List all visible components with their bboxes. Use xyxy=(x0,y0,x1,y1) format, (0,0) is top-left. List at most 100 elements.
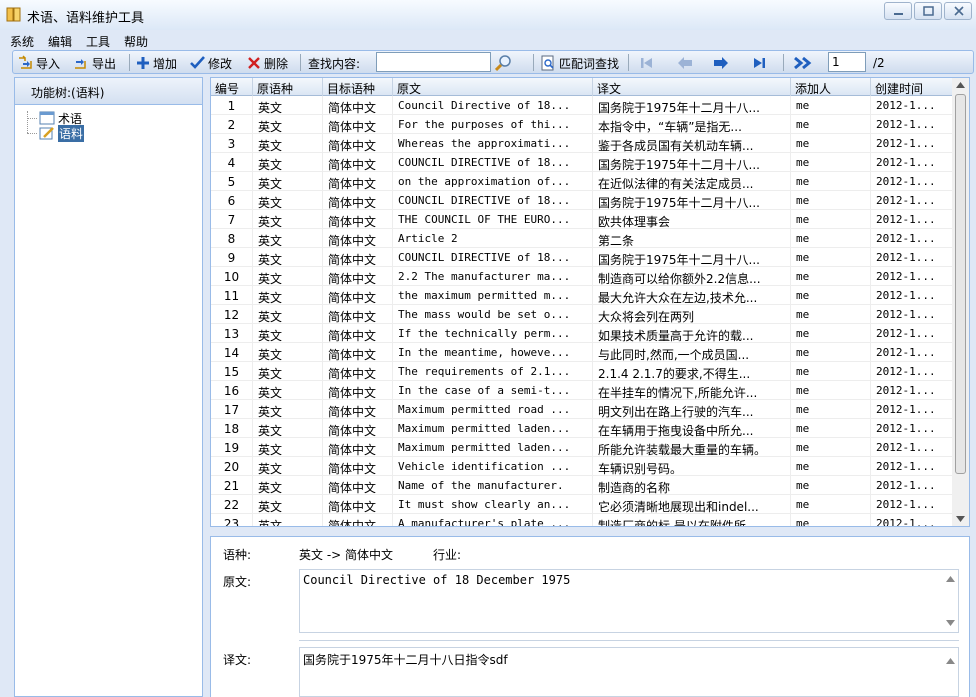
edit-button[interactable]: 修改 xyxy=(190,53,232,73)
cell-source-lang: 英文 xyxy=(253,476,323,495)
double-chevron-icon xyxy=(794,56,812,70)
column-header-source-lang[interactable]: 原语种 xyxy=(253,78,323,96)
cell-added-by: me xyxy=(791,191,871,210)
cell-source-text: Whereas the approximati... xyxy=(393,134,593,153)
translation-scroll-up-icon[interactable] xyxy=(946,658,955,664)
cell-source-text: In the case of a semi-t... xyxy=(393,381,593,400)
add-button[interactable]: 增加 xyxy=(136,53,177,73)
source-text-box[interactable]: Council Directive of 18 December 1975 xyxy=(299,569,959,633)
table-row[interactable]: 23 英文 简体中文 A manufacturer's plate ... 制造厂商的标… xyxy=(211,514,953,526)
table-row[interactable]: 14 英文 简体中文 In the meantime, howeve... 与此同时,然… xyxy=(211,343,953,362)
cell-source-text: COUNCIL DIRECTIVE of 18... xyxy=(393,191,593,210)
menu-edit[interactable]: 编辑 xyxy=(48,33,72,50)
cell-target-lang: 简体中文 xyxy=(323,362,393,381)
table-row[interactable]: 9 英文 简体中文 COUNCIL DIRECTIVE of 18... 国务院于197… xyxy=(211,248,953,267)
table-row[interactable]: 10 英文 简体中文 2.2 The manufacturer ma... 制造商可以给… xyxy=(211,267,953,286)
column-header-id[interactable]: 编号 xyxy=(211,78,253,96)
column-header-added-by[interactable]: 添加人 xyxy=(791,78,871,96)
column-header-created-time[interactable]: 创建时间 xyxy=(871,78,953,96)
cell-added-by: me xyxy=(791,362,871,381)
arrow-right-icon xyxy=(714,57,728,69)
column-header-source-text[interactable]: 原文 xyxy=(393,78,593,96)
delete-label: 删除 xyxy=(264,56,289,71)
table-row[interactable]: 1 英文 简体中文 Council Directive of 18... 国务院于197… xyxy=(211,96,953,115)
table-row[interactable]: 2 英文 简体中文 For the purposes of thi... 本指令中，“车… xyxy=(211,115,953,134)
cell-source-lang: 英文 xyxy=(253,438,323,457)
column-header-translation[interactable]: 译文 xyxy=(593,78,791,96)
table-row[interactable]: 18 英文 简体中文 Maximum permitted laden... 在车辆用于拖… xyxy=(211,419,953,438)
tree-node-corpus[interactable]: 语料 xyxy=(39,124,85,142)
grid-vertical-scrollbar[interactable] xyxy=(952,78,969,526)
table-row[interactable]: 3 英文 简体中文 Whereas the approximati... 鉴于各成员国有… xyxy=(211,134,953,153)
cell-id: 12 xyxy=(211,305,253,324)
cell-created-time: 2012-1... xyxy=(871,210,953,229)
search-input[interactable] xyxy=(376,52,491,72)
cell-source-text: Maximum permitted road ... xyxy=(393,400,593,419)
table-row[interactable]: 6 英文 简体中文 COUNCIL DIRECTIVE of 18... 国务院于197… xyxy=(211,191,953,210)
cell-source-lang: 英文 xyxy=(253,210,323,229)
source-scroll-down-icon[interactable] xyxy=(946,620,955,626)
splitter[interactable] xyxy=(210,527,970,537)
cell-source-text: the maximum permitted m... xyxy=(393,286,593,305)
grid-scroll-thumb[interactable] xyxy=(955,94,966,474)
table-row[interactable]: 15 英文 简体中文 The requirements of 2.1... 2.1.4 … xyxy=(211,362,953,381)
cell-source-lang: 英文 xyxy=(253,305,323,324)
close-button[interactable] xyxy=(944,2,972,20)
table-row[interactable]: 16 英文 简体中文 In the case of a semi-t... 在半挂车的情… xyxy=(211,381,953,400)
last-page-icon xyxy=(754,58,765,68)
table-row[interactable]: 22 英文 简体中文 It must show clearly an... 它必须清晰地… xyxy=(211,495,953,514)
prev-page-button[interactable] xyxy=(677,53,696,73)
cell-source-lang: 英文 xyxy=(253,457,323,476)
cell-source-lang: 英文 xyxy=(253,191,323,210)
table-row[interactable]: 8 英文 简体中文 Article 2 第二条 me 2012-1... xyxy=(211,229,953,248)
cell-target-lang: 简体中文 xyxy=(323,96,393,115)
table-row[interactable]: 17 英文 简体中文 Maximum permitted road ... 明文列出在路… xyxy=(211,400,953,419)
cell-target-lang: 简体中文 xyxy=(323,343,393,362)
jump-page-button[interactable] xyxy=(793,53,816,73)
app-book-icon xyxy=(6,7,21,22)
column-header-target-lang[interactable]: 目标语种 xyxy=(323,78,393,96)
cell-added-by: me xyxy=(791,134,871,153)
translation-text-box[interactable]: 国务院于1975年十二月十八日指令sdf xyxy=(299,647,959,697)
table-row[interactable]: 5 英文 简体中文 on the approximation of... 在近似法律的有… xyxy=(211,172,953,191)
cell-created-time: 2012-1... xyxy=(871,457,953,476)
industry-label: 行业: xyxy=(433,548,462,562)
cell-created-time: 2012-1... xyxy=(871,248,953,267)
plus-icon xyxy=(137,57,149,69)
search-button[interactable] xyxy=(495,53,516,73)
table-row[interactable]: 20 英文 简体中文 Vehicle identification ... 车辆识别号码… xyxy=(211,457,953,476)
table-row[interactable]: 19 英文 简体中文 Maximum permitted laden... 所能允许装载… xyxy=(211,438,953,457)
delete-button[interactable]: 删除 xyxy=(247,53,288,73)
document-search-icon xyxy=(541,55,554,70)
export-button[interactable]: 导出 xyxy=(73,53,116,73)
cell-created-time: 2012-1... xyxy=(871,419,953,438)
next-page-button[interactable] xyxy=(713,53,732,73)
page-number-input[interactable] xyxy=(828,52,866,72)
import-button[interactable]: 导入 xyxy=(17,53,60,73)
cell-target-lang: 简体中文 xyxy=(323,172,393,191)
minimize-button[interactable] xyxy=(884,2,912,20)
table-row[interactable]: 13 英文 简体中文 If the technically perm... 如果技术质量… xyxy=(211,324,953,343)
source-scroll-up-icon[interactable] xyxy=(946,576,955,582)
table-row[interactable]: 7 英文 简体中文 THE COUNCIL OF THE EURO... 欧共体理事会 m… xyxy=(211,210,953,229)
cell-id: 10 xyxy=(211,267,253,286)
cell-source-text: COUNCIL DIRECTIVE of 18... xyxy=(393,153,593,172)
scroll-down-arrow-icon[interactable] xyxy=(956,516,965,522)
menu-help[interactable]: 帮助 xyxy=(124,33,148,50)
maximize-button[interactable] xyxy=(914,2,942,20)
cell-target-lang: 简体中文 xyxy=(323,381,393,400)
table-row[interactable]: 11 英文 简体中文 the maximum permitted m... 最大允许大众… xyxy=(211,286,953,305)
checkmark-icon xyxy=(190,56,205,69)
cell-translation: 制造厂商的标,是以在附件所... xyxy=(593,514,791,526)
match-search-button[interactable]: 匹配词查找 xyxy=(541,53,619,73)
arrow-left-icon xyxy=(678,57,692,69)
table-row[interactable]: 21 英文 简体中文 Name of the manufacturer. 制造商的名称 m… xyxy=(211,476,953,495)
last-page-button[interactable] xyxy=(751,53,770,73)
menu-system[interactable]: 系统 xyxy=(10,33,34,50)
cell-created-time: 2012-1... xyxy=(871,514,953,526)
table-row[interactable]: 12 英文 简体中文 The mass would be set o... 大众将会列在… xyxy=(211,305,953,324)
table-row[interactable]: 4 英文 简体中文 COUNCIL DIRECTIVE of 18... 国务院于197… xyxy=(211,153,953,172)
scroll-up-arrow-icon[interactable] xyxy=(956,82,965,88)
menu-tools[interactable]: 工具 xyxy=(86,33,110,50)
first-page-button[interactable] xyxy=(639,53,658,73)
